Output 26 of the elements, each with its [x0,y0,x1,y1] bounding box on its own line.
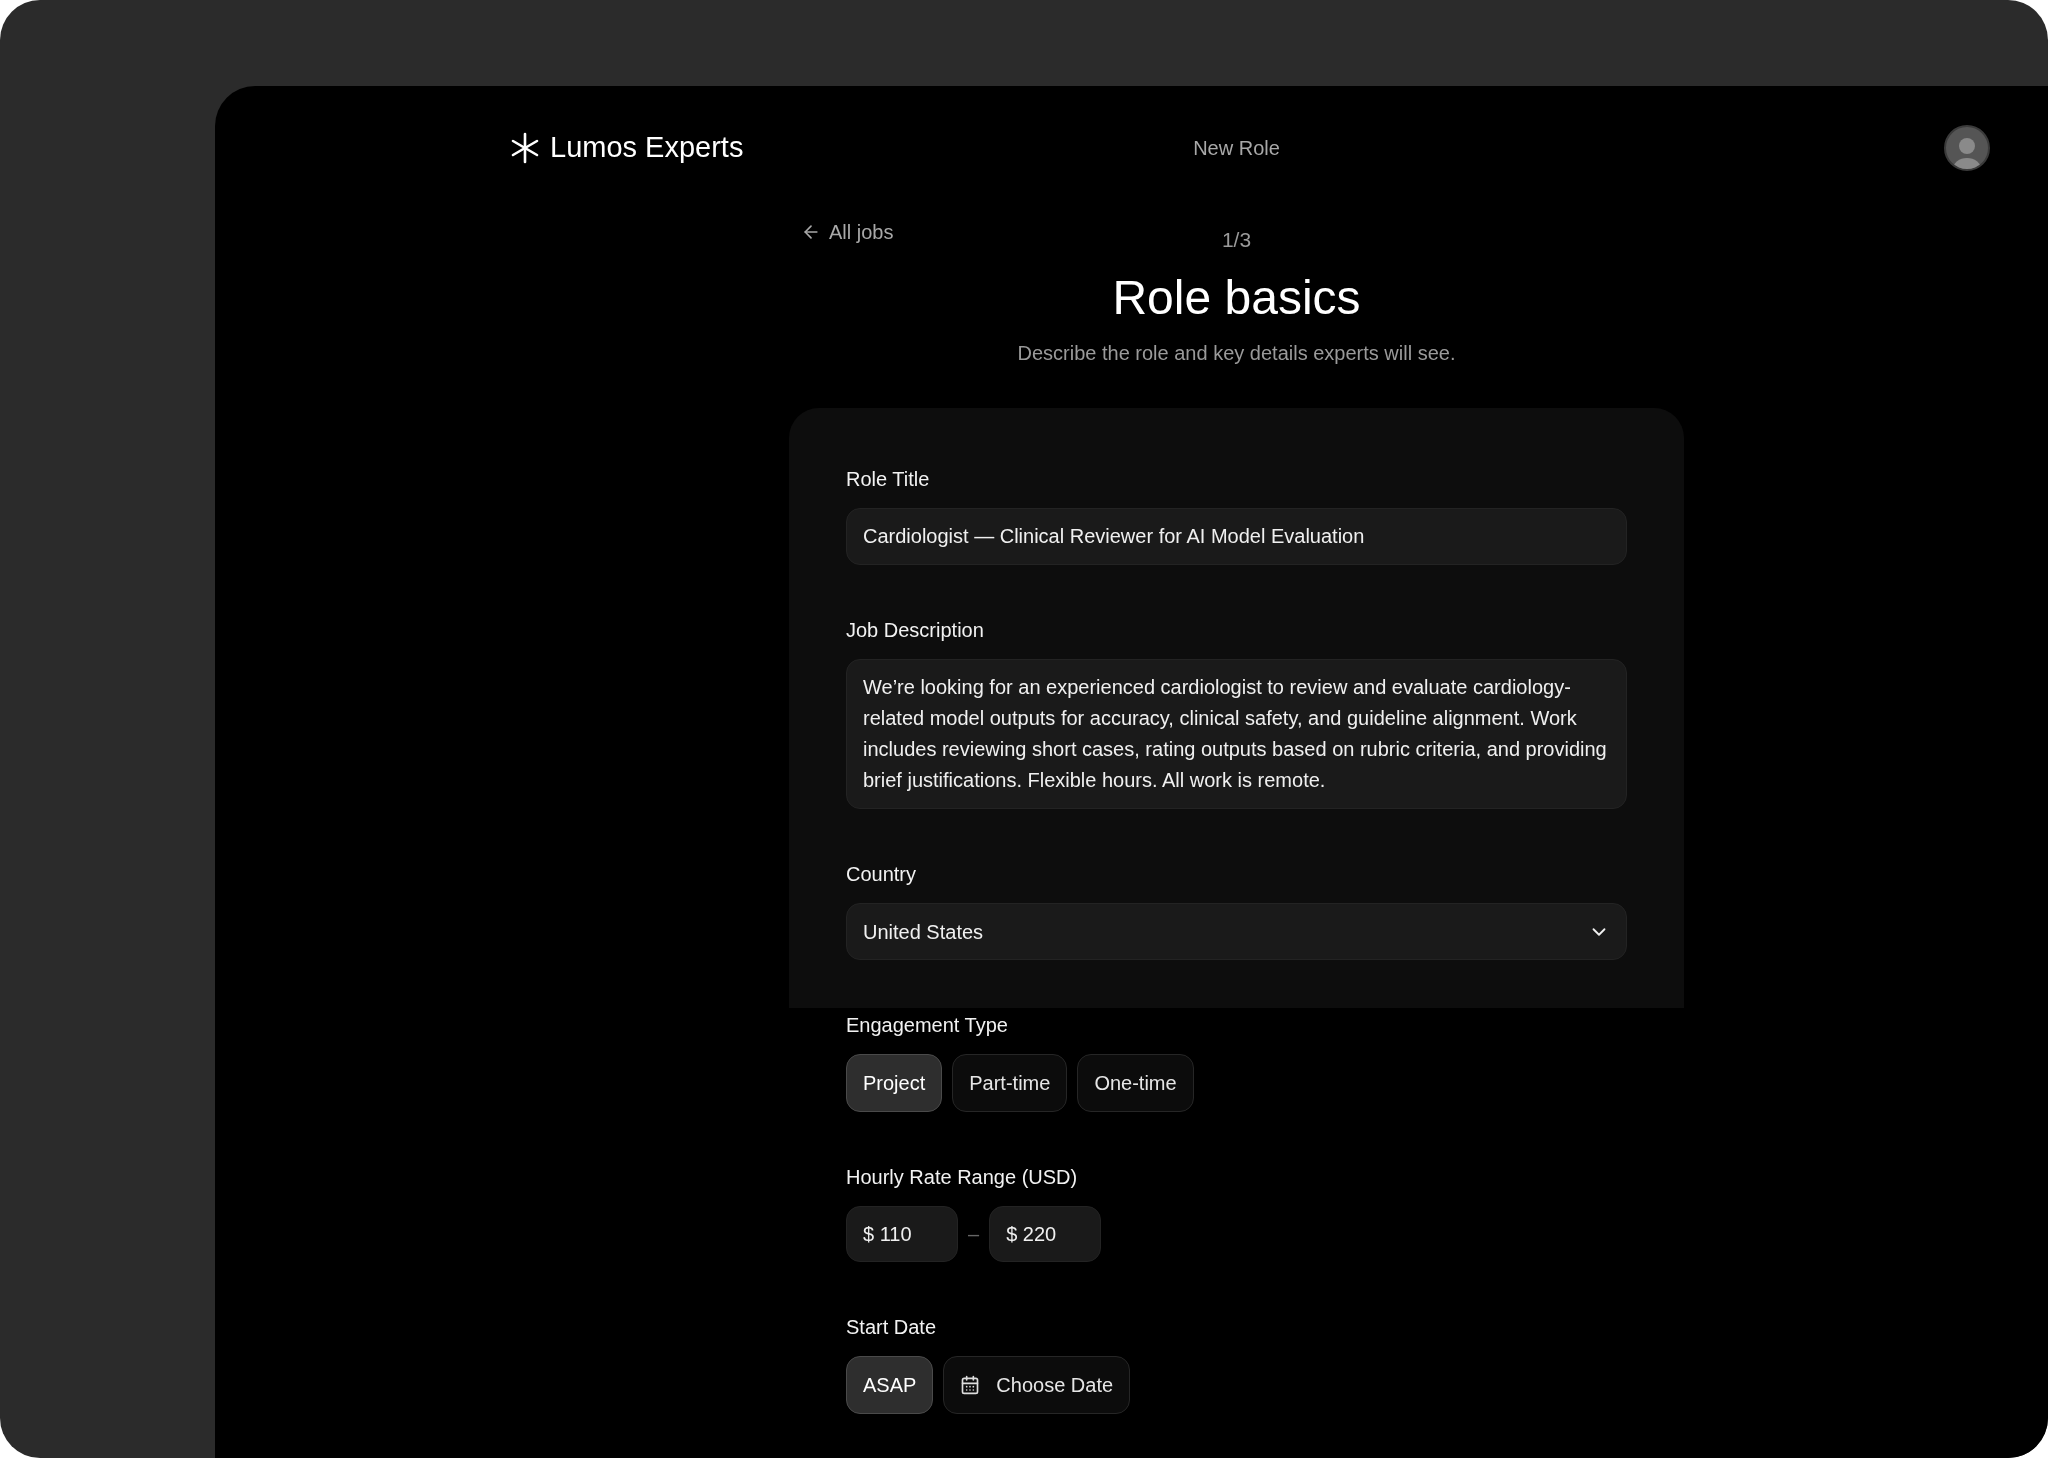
field-label: Country [846,862,918,887]
option-chip[interactable]: One-time [1077,1054,1194,1112]
brand-name: Lumos Experts [550,130,744,166]
min-rate-input[interactable]: $ 110 [846,1206,958,1262]
country-select[interactable]: United States [846,903,1627,960]
range-separator: – [968,1222,980,1247]
page-heading: Role basics [1111,270,1362,326]
field-label: Job Description [846,618,985,643]
choose-date-button[interactable]: Choose Date [943,1356,1131,1414]
field-label: Hourly Rate Range (USD) [846,1165,1079,1190]
role-title-input[interactable]: Cardiologist — Clinical Reviewer for AI Model Evaluation [846,508,1627,565]
field-label: Start Date [846,1315,938,1340]
page-title: New Role [1193,136,1280,161]
avatar[interactable] [1944,125,1990,171]
option-chip[interactable]: Part-time [952,1054,1068,1112]
field-label: Role Title [846,467,931,492]
field-label: Engagement Type [846,1013,1009,1038]
option-chip[interactable]: ASAP [846,1356,934,1414]
calendar-icon [960,1375,981,1395]
asterisk-logo-icon [510,132,540,164]
step-indicator: 1/3 [1221,227,1252,253]
back-link[interactable]: All jobs [801,217,894,247]
subtitle: Describe the role and key details experts will see. [1016,341,1457,366]
max-rate-input[interactable]: $ 220 [989,1206,1102,1262]
job-description-textarea[interactable]: We’re looking for an experienced cardiologist to review and evaluate cardiology-related model outputs for accuracy, clinical safety, and guideline alignment. Work includes reviewing short cases, rating outputs based on rubric criteria, and providing brief justifications. Flexible hours. All work is remote. [846,659,1627,809]
option-chip[interactable]: Project [846,1054,943,1112]
